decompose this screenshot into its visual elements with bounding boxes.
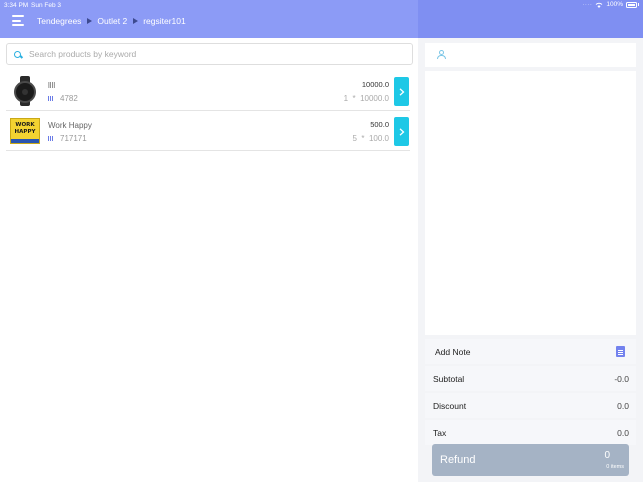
tax-value: 0.0 xyxy=(617,428,629,438)
product-qty: 5 xyxy=(352,134,357,143)
refund-label: Refund xyxy=(440,454,476,466)
discount-label: Discount xyxy=(433,401,467,411)
add-note-label: Add Note xyxy=(435,346,471,357)
product-image-sign: WORK HAPPY xyxy=(10,116,40,146)
subtotal-row: Subtotal -0.0 xyxy=(425,366,636,391)
battery-percent: 100% xyxy=(606,1,623,8)
signal-dots-icon: ···· xyxy=(582,1,593,8)
hamburger-menu-icon[interactable] xyxy=(12,15,24,27)
product-code-value: 717171 xyxy=(60,134,87,143)
tax-label: Tax xyxy=(433,428,447,438)
status-time: 3:34 PM xyxy=(4,2,29,9)
wristwatch-icon xyxy=(10,76,40,106)
chevron-right-icon xyxy=(399,87,404,96)
product-detail-button[interactable] xyxy=(394,117,409,146)
product-row[interactable]: llll 4782 10000.0 1 * 10000.0 xyxy=(6,71,410,111)
search-input[interactable] xyxy=(29,49,389,59)
product-row[interactable]: WORK HAPPY Work Happy 717171 500.0 5 * 1… xyxy=(6,111,410,151)
cart-items-area xyxy=(425,71,636,335)
refund-items-count: 0 items xyxy=(606,464,624,470)
breadcrumb-register[interactable]: regsiter101 xyxy=(143,16,186,26)
cart-panel: Add Note Subtotal -0.0 Discount 0.0 Tax … xyxy=(418,38,643,482)
status-right: ···· 100% xyxy=(582,1,639,8)
breadcrumb-outlet[interactable]: Outlet 2 xyxy=(97,16,127,26)
search-box[interactable] xyxy=(6,43,413,65)
top-header: 3:34 PM Sun Feb 3 ···· 100% Tendegrees O… xyxy=(0,0,643,38)
product-name: Work Happy xyxy=(48,121,92,130)
breadcrumb-arrow-icon xyxy=(133,18,139,24)
breadcrumb-arrow-icon xyxy=(87,18,93,24)
subtotal-label: Subtotal xyxy=(433,374,465,384)
work-happy-sign-icon: WORK HAPPY xyxy=(10,118,40,144)
product-detail-button[interactable] xyxy=(394,77,409,106)
product-unit-price: 10000.0 xyxy=(360,94,389,103)
discount-row[interactable]: Discount 0.0 xyxy=(425,393,636,418)
product-code-value: 4782 xyxy=(60,94,78,103)
wifi-icon xyxy=(596,2,603,8)
product-qty-line: 5 * 100.0 xyxy=(352,134,390,143)
battery-tip xyxy=(638,3,639,6)
product-image-watch xyxy=(10,76,40,106)
refund-button[interactable]: Refund 0 0 items xyxy=(432,444,629,476)
product-unit-price: 100.0 xyxy=(368,134,389,143)
product-qty: 1 xyxy=(343,94,349,103)
add-note-row[interactable]: Add Note xyxy=(425,339,636,364)
note-document-icon[interactable] xyxy=(616,346,625,357)
status-date: Sun Feb 3 xyxy=(31,2,61,9)
search-icon xyxy=(14,50,21,58)
breadcrumb-company[interactable]: Tendegrees xyxy=(37,16,81,26)
barcode-icon xyxy=(48,136,54,141)
product-price: 500.0 xyxy=(370,120,389,129)
product-qty-line: 1 * 10000.0 xyxy=(343,94,389,103)
product-name: llll xyxy=(48,81,56,90)
breadcrumb: Tendegrees Outlet 2 regsiter101 xyxy=(37,16,186,26)
product-price: 10000.0 xyxy=(361,80,389,89)
customer-selector[interactable] xyxy=(425,43,636,67)
status-bar: 3:34 PM Sun Feb 3 ···· 100% xyxy=(0,0,643,10)
tax-row: Tax 0.0 xyxy=(425,420,636,445)
barcode-icon xyxy=(48,96,54,101)
battery-icon xyxy=(626,1,637,8)
refund-total: 0 xyxy=(604,450,610,461)
discount-value: 0.0 xyxy=(617,401,629,411)
product-code: 4782 xyxy=(48,94,78,103)
user-icon xyxy=(437,50,446,60)
product-code: 717171 xyxy=(48,134,87,143)
subtotal-value: -0.0 xyxy=(614,374,629,384)
chevron-right-icon xyxy=(399,127,404,136)
